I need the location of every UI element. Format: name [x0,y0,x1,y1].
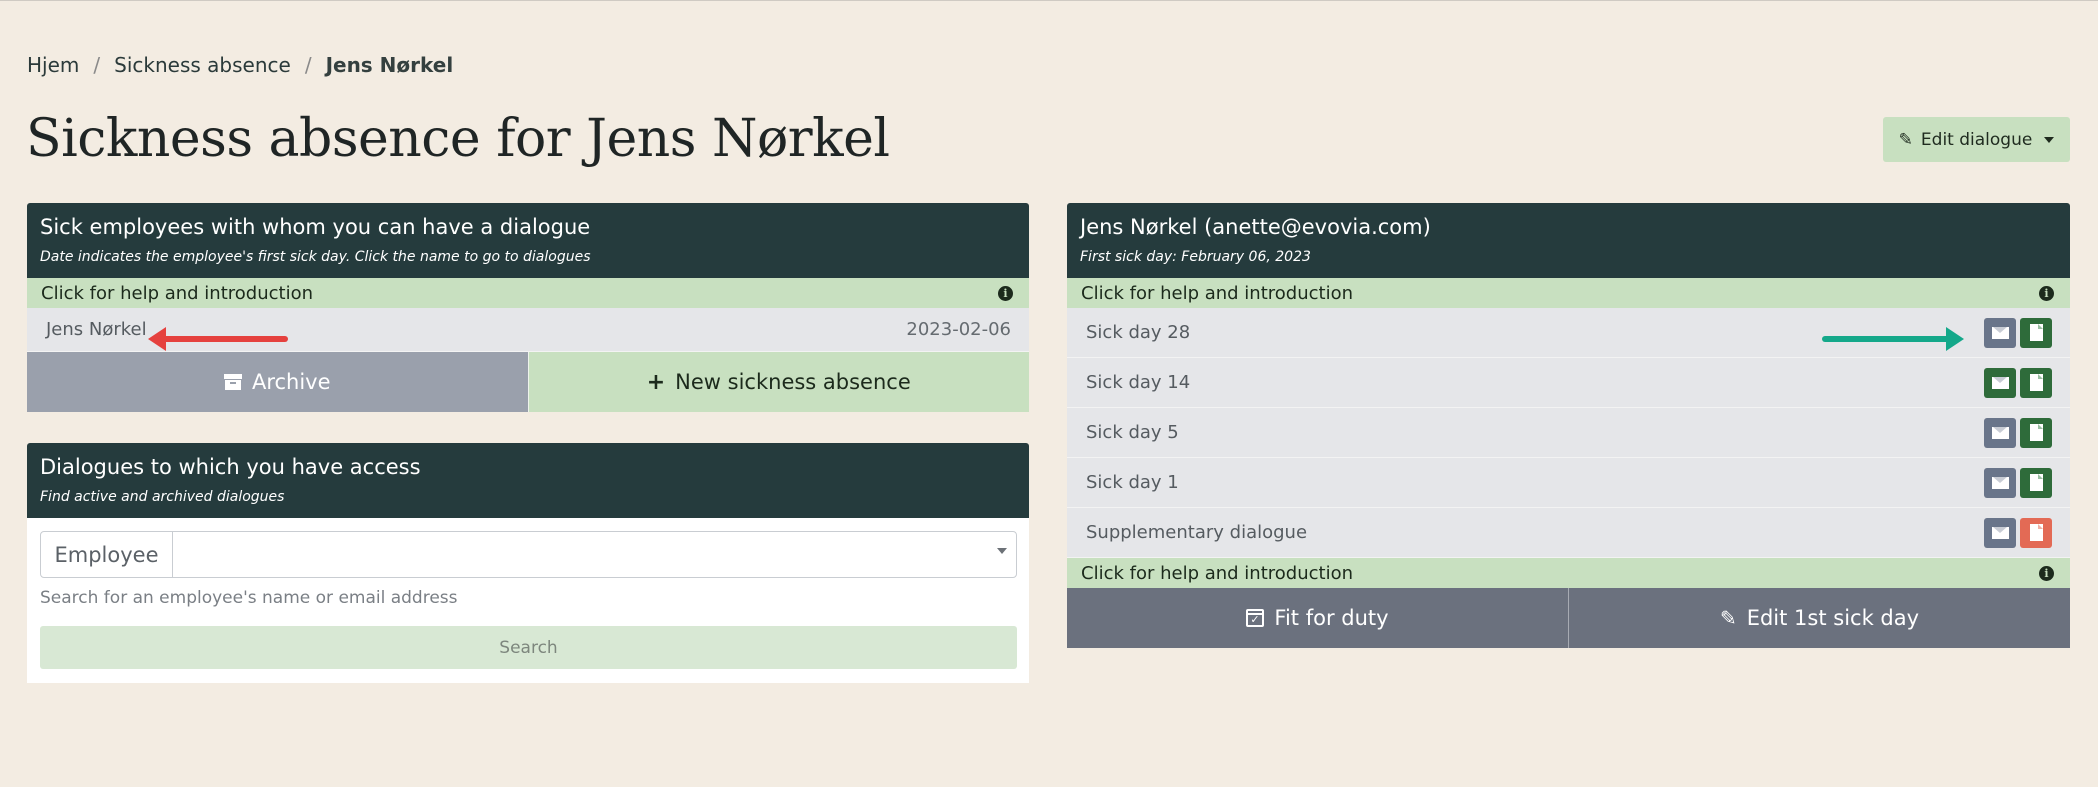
document-button[interactable] [2020,467,2052,498]
plus-icon: + [646,369,666,395]
document-button[interactable] [2020,317,2052,348]
edit-dialogue-label: Edit dialogue [1920,129,2033,150]
new-sickness-absence-label: New sickness absence [675,370,911,394]
employee-dialogue-header: Jens Nørkel (anette@evovia.com) First si… [1067,203,2070,278]
dialogue-actions [1984,367,2052,398]
edit-first-sick-day-button[interactable]: ✎ Edit 1st sick day [1568,588,2070,648]
document-button[interactable] [2020,517,2052,548]
chevron-down-icon [997,548,1007,554]
send-email-button[interactable] [1984,467,2016,498]
calendar-check-icon [1246,609,1265,627]
help-label: Click for help and introduction [1081,562,1353,584]
envelope-icon [1991,376,2009,389]
first-sick-day: First sick day: February 06, 2023 [1080,249,1311,265]
sick-employees-title: Sick employees with whom you can have a … [40,215,591,239]
breadcrumb: Hjem / Sickness absence / Jens Nørkel [27,53,453,77]
help-bar[interactable]: Click for help and introduction i [27,278,1029,308]
archive-button[interactable]: Archive [27,352,528,412]
envelope-icon [1991,426,2009,439]
annotation-arrow-left-icon [148,327,288,351]
sick-employees-card: Sick employees with whom you can have a … [27,203,1029,412]
document-icon [2029,474,2043,491]
caret-down-icon [2044,136,2055,143]
document-button[interactable] [2020,417,2052,448]
employee-input-group: Employee [40,531,1017,578]
fit-for-duty-label: Fit for duty [1274,606,1389,630]
employee-actions: Archive + New sickness absence [27,352,1029,412]
new-sickness-absence-button[interactable]: + New sickness absence [527,352,1029,412]
document-button[interactable] [2020,367,2052,398]
envelope-icon [1991,526,2009,539]
info-icon: i [2039,565,2054,581]
search-button[interactable]: Search [40,626,1017,669]
envelope-icon [1991,476,2009,489]
info-icon: i [2039,285,2054,301]
dialogues-form: Employee Search for an employee's name o… [27,518,1029,683]
dialogue-actions [1984,467,2052,498]
breadcrumb-sickness-absence[interactable]: Sickness absence [114,53,291,77]
dialogue-label: Sick day 5 [1086,422,1179,443]
help-bar-bottom[interactable]: Click for help and introduction i [1067,558,2070,588]
send-email-button[interactable] [1984,417,2016,448]
document-icon [2029,324,2043,341]
employee-dialogue-title: Jens Nørkel (anette@evovia.com) [1080,215,1431,239]
page-title: Sickness absence for Jens Nørkel [26,109,890,169]
dialogue-actions [1984,517,2052,548]
dialogue-label: Sick day 14 [1086,372,1191,393]
employee-row[interactable]: Jens Nørkel 2023-02-06 [27,308,1029,352]
help-label: Click for help and introduction [1081,282,1353,304]
annotation-arrow-right-icon [1822,327,1964,351]
archive-label: Archive [251,370,331,394]
send-email-button[interactable] [1984,367,2016,398]
help-label: Click for help and introduction [41,282,313,304]
dialogues-header: Dialogues to which you have access Find … [27,443,1029,518]
document-icon [2029,424,2043,441]
document-icon [2029,524,2043,541]
send-email-button[interactable] [1984,517,2016,548]
employee-date: 2023-02-06 [906,319,1011,340]
archive-icon [223,374,242,390]
dialogues-card: Dialogues to which you have access Find … [27,443,1029,683]
edit-icon: ✎ [1719,606,1737,630]
dialogue-footer-actions: Fit for duty ✎ Edit 1st sick day [1067,588,2070,648]
send-email-button[interactable] [1984,317,2016,348]
breadcrumb-separator: / [304,53,312,77]
dialogues-title: Dialogues to which you have access [40,455,421,479]
employee-name[interactable]: Jens Nørkel [46,319,147,340]
dialogue-label: Sick day 28 [1086,322,1191,343]
dialogue-row[interactable]: Sick day 5 [1067,408,2070,458]
pencil-icon: ✎ [1898,129,1913,150]
sick-employees-subtitle: Date indicates the employee's first sick… [40,249,591,265]
dialogue-row[interactable]: Sick day 1 [1067,458,2070,508]
dialogue-label: Supplementary dialogue [1086,522,1308,543]
breadcrumb-current: Jens Nørkel [325,53,454,77]
edit-dialogue-button[interactable]: ✎ Edit dialogue [1883,117,2070,162]
dialogue-actions [1984,417,2052,448]
dialogue-row[interactable]: Sick day 28 [1067,308,2070,358]
dialogue-row[interactable]: Sick day 14 [1067,358,2070,408]
info-icon: i [998,285,1013,301]
document-icon [2029,374,2043,391]
envelope-icon [1991,326,2009,339]
breadcrumb-separator: / [93,53,101,77]
sick-employees-header: Sick employees with whom you can have a … [27,203,1029,278]
breadcrumb-home[interactable]: Hjem [27,53,79,77]
edit-first-sick-day-label: Edit 1st sick day [1746,606,1920,630]
employee-label: Employee [41,532,173,577]
dialogue-label: Sick day 1 [1086,472,1179,493]
employee-dialogue-card: Jens Nørkel (anette@evovia.com) First si… [1067,203,2070,648]
employee-select[interactable] [173,532,1016,577]
fit-for-duty-button[interactable]: Fit for duty [1067,588,1568,648]
dialogues-subtitle: Find active and archived dialogues [40,489,285,505]
help-bar[interactable]: Click for help and introduction i [1067,278,2070,308]
dialogue-row[interactable]: Supplementary dialogue [1067,508,2070,558]
dialogue-actions [1984,317,2052,348]
employee-helper-text: Search for an employee's name or email a… [40,588,458,608]
